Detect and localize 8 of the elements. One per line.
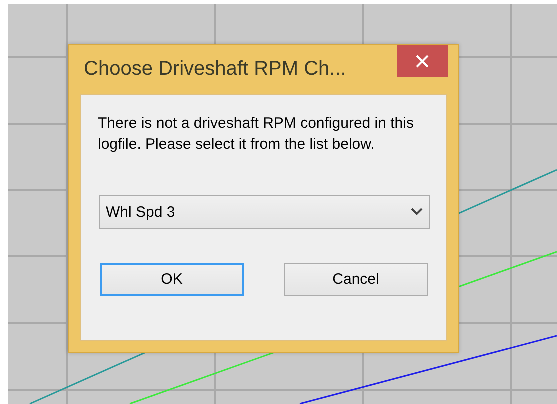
window-title: Choose Driveshaft RPM Ch... xyxy=(84,58,346,81)
close-button[interactable] xyxy=(397,45,448,77)
chevron-down-icon xyxy=(411,208,423,216)
channel-dropdown[interactable]: Whl Spd 3 xyxy=(99,195,430,229)
message-text: There is not a driveshaft RPM configured in this logfile. Please select it from the list below. xyxy=(98,114,415,155)
close-icon xyxy=(416,54,429,68)
dialog-button[interactable]: Cancel xyxy=(284,263,428,296)
dialog-button[interactable]: OK xyxy=(100,263,244,296)
